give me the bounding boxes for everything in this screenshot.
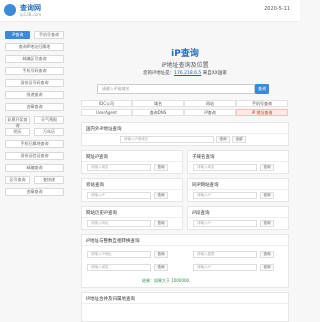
card-same-ip: 同iP网站查询 请输入iP 查询 xyxy=(187,178,289,202)
search-button[interactable]: 查询 xyxy=(255,84,269,94)
all-button[interactable]: 全部 xyxy=(232,136,246,143)
sidebar-item-ip[interactable]: iP查询 xyxy=(5,31,30,39)
sidebar-item[interactable]: 万年历 xyxy=(34,128,64,136)
ip-input[interactable]: 请输入iP xyxy=(193,192,257,199)
card-ip-int-convert: iP地址与整数互相转换查询 请输入iP地址 查询 请输入整数 查询 请输入域名 … xyxy=(81,234,289,288)
sidebar-item[interactable]: 彩票开奖查询 xyxy=(5,116,30,128)
sidebar-item[interactable]: 手机号码查询 xyxy=(5,67,64,75)
sidebar-item[interactable]: 邮编区号查询 xyxy=(5,55,64,63)
sidebar-item[interactable]: 区号查询 xyxy=(5,176,30,184)
card-title: 国内外iP地址查询 xyxy=(86,127,122,132)
url-input[interactable]: 请输入网址 xyxy=(87,220,151,227)
result-text: 结果：如果大于 1000000 xyxy=(142,278,190,283)
current-ip-line: 您的iP地址是：176.218.6.5 来自XX国家 xyxy=(79,70,291,76)
sidebar-item[interactable]: 邮编查询 xyxy=(5,164,64,172)
card-ip-lookup: 国内外iP地址查询 请输入iP或域名 查询 全部 xyxy=(81,122,289,146)
card-divider xyxy=(82,245,288,246)
card-title: 子域名查询 xyxy=(192,155,215,160)
integer-input[interactable]: 请输入整数 xyxy=(193,251,257,258)
tab-item[interactable]: 查询DNS xyxy=(132,109,184,116)
ip-input[interactable]: 请输入iP或域名 xyxy=(120,136,214,143)
sidebar-item[interactable]: 查快递 xyxy=(34,176,64,184)
current-date: 2020-5-11 xyxy=(264,6,290,12)
logo-subtitle: ip138.com xyxy=(20,12,42,17)
domain-input[interactable]: 请输入域名 xyxy=(193,164,257,171)
card-divider xyxy=(82,189,182,190)
card-ip-range: iP段查询 请输入iP 查询 xyxy=(187,206,289,230)
query-button[interactable]: 查询 xyxy=(154,264,168,271)
sidebar-item[interactable]: 快递查询 xyxy=(5,91,64,99)
query-button[interactable]: 查询 xyxy=(154,164,168,171)
query-button[interactable]: 查询 xyxy=(260,164,274,171)
page-title: iP查询 xyxy=(171,49,199,59)
card-title: 旁站查询 xyxy=(86,183,104,188)
ip-input[interactable]: 请输入iP xyxy=(87,192,151,199)
card-title: iP地址与整数互相转换查询 xyxy=(86,239,140,244)
main-content: iP查询 iP地址查询及位置 您的iP地址是：176.218.6.5 来自XX国… xyxy=(79,24,291,322)
tab-item[interactable]: 网站 xyxy=(184,100,236,107)
card-divider xyxy=(188,161,288,162)
sidebar-item-phone[interactable]: 手机号查询 xyxy=(34,31,64,39)
card-divider xyxy=(188,189,288,190)
page-subtitle: iP地址查询及位置 xyxy=(161,62,209,69)
query-button[interactable]: 查询 xyxy=(260,220,274,227)
sidebar-item[interactable]: 违章查询 xyxy=(5,103,64,111)
tab-item[interactable]: iP查询 xyxy=(184,109,236,116)
card-divider xyxy=(82,217,182,218)
card-title: IP地址合并及归属地查询 xyxy=(86,297,136,302)
query-button[interactable]: 查询 xyxy=(260,264,274,271)
ip-suffix: 来自XX国家 xyxy=(201,71,227,76)
logo-icon[interactable] xyxy=(4,4,16,16)
card-divider xyxy=(188,217,288,218)
card-side-site: 旁站查询 请输入iP 查询 xyxy=(81,178,183,202)
sidebar-item[interactable]: 身份证号码查询 xyxy=(5,79,64,87)
domain-input[interactable]: 请输入域名 xyxy=(87,164,151,171)
sidebar-item[interactable]: 手机归属地查询 xyxy=(5,140,64,148)
card-title: iP段查询 xyxy=(192,211,210,216)
ip-link[interactable]: 176.218.6.5 xyxy=(174,71,201,76)
card-title: 同iP网站查询 xyxy=(192,183,219,188)
tab-item[interactable]: 域名 xyxy=(132,100,184,107)
card-divider xyxy=(82,133,288,134)
sidebar-item[interactable]: 天气预报 xyxy=(34,116,64,124)
ip-address-input[interactable]: 请输入iP地址 xyxy=(87,251,151,258)
card-subdomain: 子域名查询 请输入域名 查询 xyxy=(187,150,289,174)
tab-item[interactable]: UserAgent xyxy=(81,109,132,116)
card-divider xyxy=(82,161,182,162)
ip-input[interactable]: 请输入iP xyxy=(193,220,257,227)
query-button[interactable]: 查询 xyxy=(216,136,230,143)
card-title: 网站历史iP查询 xyxy=(86,211,117,216)
query-button[interactable]: 查询 xyxy=(260,251,274,258)
tab-item[interactable]: IDC公司 xyxy=(81,100,132,107)
sidebar-item[interactable]: 查询IP地址归属地 xyxy=(5,43,64,51)
search-input[interactable]: 请输入iP或域名 xyxy=(97,84,255,94)
query-button[interactable]: 查询 xyxy=(154,220,168,227)
query-button[interactable]: 查询 xyxy=(154,251,168,258)
card-divider xyxy=(82,303,288,304)
card-history-ip: 网站历史iP查询 请输入网址 查询 xyxy=(81,206,183,230)
tab-grid: IDC公司 域名 网站 手机号查询 UserAgent 查询DNS iP查询 i… xyxy=(81,100,289,120)
query-button[interactable]: 查询 xyxy=(260,192,274,199)
sidebar-item[interactable]: 阴历 xyxy=(5,128,30,136)
tab-item[interactable]: 手机号查询 xyxy=(236,100,288,107)
domain-input[interactable]: 请输入域名 xyxy=(87,264,151,271)
ip-prefix: 您的iP地址是： xyxy=(143,71,175,76)
sidebar-item[interactable]: 身份证验证查询 xyxy=(5,152,64,160)
card-ip-merge: IP地址合并及归属地查询 xyxy=(81,292,289,322)
query-button[interactable]: 查询 xyxy=(154,192,168,199)
sidebar-item[interactable]: 违章查询 xyxy=(5,188,64,196)
card-title: 网址iP查询 xyxy=(86,155,108,160)
tab-item-active[interactable]: iP 地址查询 xyxy=(236,109,288,116)
top-bar: 查询网 ip138.com 2020-5-11 xyxy=(0,0,300,22)
ip-input[interactable]: 请输入iP xyxy=(193,264,257,271)
card-domain-ip: 网址iP查询 请输入域名 查询 xyxy=(81,150,183,174)
